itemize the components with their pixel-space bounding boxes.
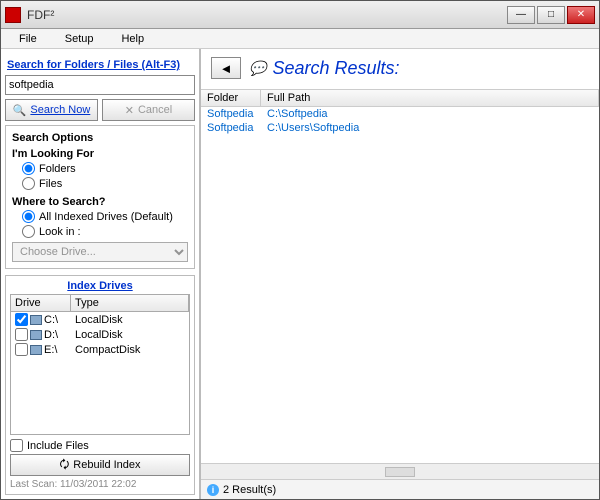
status-text: 2 Result(s)	[223, 484, 276, 496]
radio-all-label: All Indexed Drives (Default)	[39, 211, 173, 223]
search-now-label: Search Now	[30, 104, 90, 116]
results-columns: Folder Full Path	[201, 89, 599, 107]
radio-all-input[interactable]	[22, 210, 35, 223]
index-drives-title: Index Drives	[10, 280, 190, 292]
col-folder[interactable]: Folder	[201, 90, 261, 106]
menu-file[interactable]: File	[5, 31, 51, 47]
scrollbar-thumb[interactable]	[385, 467, 415, 477]
cancel-button[interactable]: ✕ Cancel	[102, 99, 195, 121]
drive-select[interactable]: Choose Drive...	[12, 242, 188, 262]
result-path: C:\Softpedia	[261, 108, 599, 120]
horizontal-scrollbar[interactable]	[201, 463, 599, 479]
result-path: C:\Users\Softpedia	[261, 122, 599, 134]
drive-check-d[interactable]	[15, 328, 28, 341]
left-panel: Search for Folders / Files (Alt-F3) 🔍 Se…	[1, 49, 201, 499]
col-drive[interactable]: Drive	[11, 295, 71, 311]
results-header: ◄ 💬 Search Results:	[201, 49, 599, 83]
rebuild-index-button[interactable]: 🗘 Rebuild Index	[10, 454, 190, 476]
cancel-icon: ✕	[125, 104, 134, 117]
index-drives-block: Index Drives Drive Type C:\ LocalDisk D:…	[5, 275, 195, 495]
app-window: FDF² — □ ✕ File Setup Help Search for Fo…	[0, 0, 600, 500]
body: Search for Folders / Files (Alt-F3) 🔍 Se…	[1, 49, 599, 499]
drive-label: D:\	[44, 329, 58, 341]
search-options-title: Search Options	[12, 132, 188, 144]
include-files-check[interactable]: Include Files	[10, 439, 190, 452]
result-folder: Softpedia	[201, 108, 261, 120]
drive-type: LocalDisk	[75, 314, 185, 326]
search-button-row: 🔍 Search Now ✕ Cancel	[5, 99, 195, 121]
drive-row[interactable]: D:\ LocalDisk	[11, 327, 189, 342]
results-icon: 💬	[249, 60, 266, 77]
radio-files[interactable]: Files	[22, 177, 188, 190]
drive-check-c[interactable]	[15, 313, 28, 326]
menu-help[interactable]: Help	[107, 31, 158, 47]
search-now-button[interactable]: 🔍 Search Now	[5, 99, 98, 121]
window-title: FDF²	[27, 8, 505, 22]
statusbar: i 2 Result(s)	[201, 479, 599, 499]
back-arrow-icon: ◄	[220, 61, 233, 76]
drive-label: E:\	[44, 344, 57, 356]
menu-setup[interactable]: Setup	[51, 31, 108, 47]
results-title-text: Search Results:	[272, 58, 399, 79]
search-input[interactable]	[5, 75, 195, 95]
drive-table: Drive Type C:\ LocalDisk D:\ LocalDisk E…	[10, 294, 190, 435]
drive-type: CompactDisk	[75, 344, 185, 356]
result-row[interactable]: Softpedia C:\Users\Softpedia	[201, 121, 599, 135]
search-results-title: 💬 Search Results:	[249, 58, 400, 79]
radio-folders-input[interactable]	[22, 162, 35, 175]
drive-icon	[30, 315, 42, 325]
drive-table-header: Drive Type	[11, 295, 189, 312]
drive-icon	[30, 345, 42, 355]
drive-row[interactable]: C:\ LocalDisk	[11, 312, 189, 327]
drive-label: C:\	[44, 314, 58, 326]
minimize-button[interactable]: —	[507, 6, 535, 24]
looking-for-title: I'm Looking For	[12, 148, 188, 160]
radio-files-input[interactable]	[22, 177, 35, 190]
radio-lookin-input[interactable]	[22, 225, 35, 238]
rebuild-label: Rebuild Index	[73, 459, 140, 471]
last-scan-label: Last Scan: 11/03/2011 22:02	[10, 479, 190, 490]
rebuild-icon: 🗘	[59, 456, 69, 475]
radio-folders-label: Folders	[39, 163, 76, 175]
result-folder: Softpedia	[201, 122, 261, 134]
results-body: Softpedia C:\Softpedia Softpedia C:\User…	[201, 107, 599, 463]
radio-lookin-label: Look in :	[39, 226, 81, 238]
result-row[interactable]: Softpedia C:\Softpedia	[201, 107, 599, 121]
info-icon: i	[207, 484, 219, 496]
where-title: Where to Search?	[12, 196, 188, 208]
drive-type: LocalDisk	[75, 329, 185, 341]
search-options-group: Search Options I'm Looking For Folders F…	[5, 125, 195, 269]
drive-icon	[30, 330, 42, 340]
radio-all-drives[interactable]: All Indexed Drives (Default)	[22, 210, 188, 223]
radio-folders[interactable]: Folders	[22, 162, 188, 175]
drive-row[interactable]: E:\ CompactDisk	[11, 342, 189, 357]
search-box	[5, 75, 195, 95]
close-button[interactable]: ✕	[567, 6, 595, 24]
right-panel: ◄ 💬 Search Results: Folder Full Path Sof…	[201, 49, 599, 499]
cancel-label: Cancel	[138, 104, 172, 116]
col-fullpath[interactable]: Full Path	[261, 90, 599, 106]
include-files-input[interactable]	[10, 439, 23, 452]
titlebar[interactable]: FDF² — □ ✕	[1, 1, 599, 29]
app-icon	[5, 7, 21, 23]
search-panel-title: Search for Folders / Files (Alt-F3)	[7, 59, 195, 71]
radio-lookin[interactable]: Look in :	[22, 225, 188, 238]
drive-check-e[interactable]	[15, 343, 28, 356]
radio-files-label: Files	[39, 178, 62, 190]
search-icon: 🔍	[13, 104, 27, 117]
maximize-button[interactable]: □	[537, 6, 565, 24]
include-files-label: Include Files	[27, 440, 89, 452]
menubar: File Setup Help	[1, 29, 599, 49]
back-button[interactable]: ◄	[211, 57, 241, 79]
col-type[interactable]: Type	[71, 295, 189, 311]
